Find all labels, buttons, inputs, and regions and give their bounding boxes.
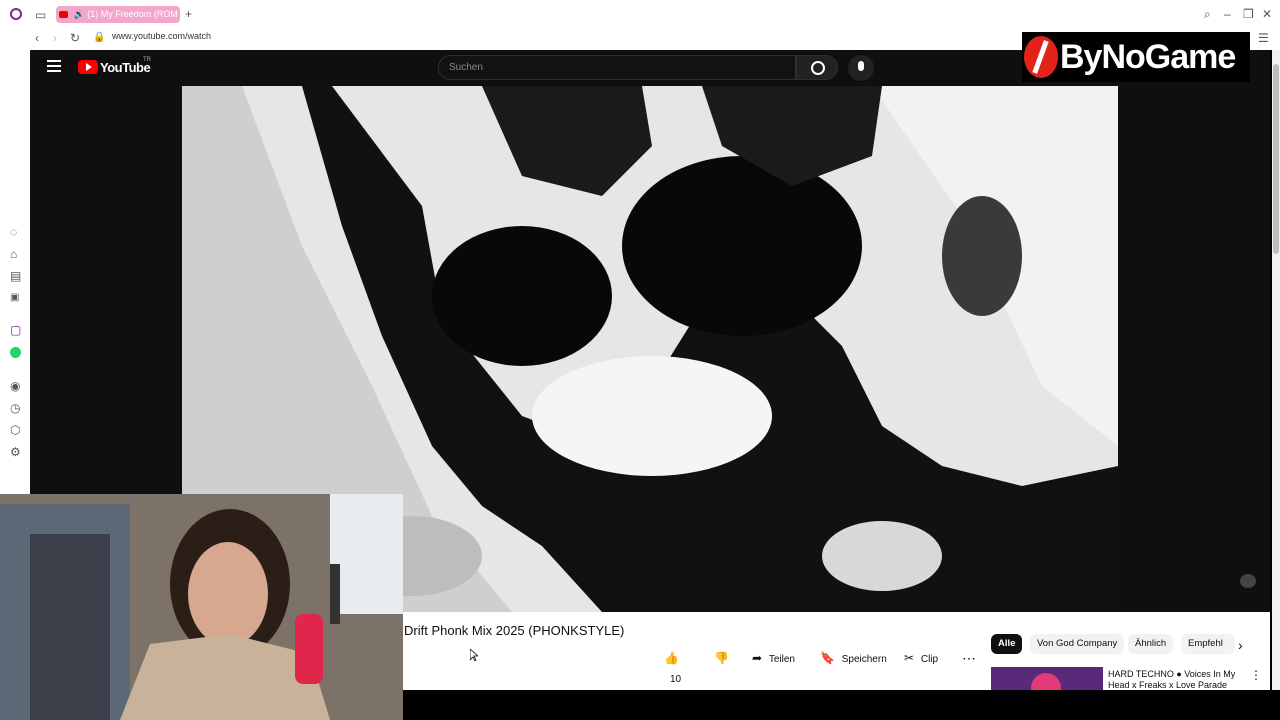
search-input[interactable]: Suchen — [438, 55, 796, 80]
hamburger-menu-icon[interactable] — [47, 60, 61, 72]
share-icon: ➦ — [752, 651, 763, 665]
opera-logo-icon[interactable] — [10, 8, 22, 20]
recommendation-menu-icon[interactable]: ⋮ — [1250, 668, 1262, 682]
settings-icon[interactable]: ⚙ — [10, 446, 21, 458]
dislike-button[interactable]: 👎 — [714, 648, 730, 668]
share-button[interactable]: ➦ Teilen — [752, 648, 795, 668]
notes-icon[interactable]: ▣ — [10, 292, 19, 304]
voice-search-button[interactable] — [848, 55, 874, 81]
tab-list-icon[interactable]: ▭ — [35, 9, 46, 21]
like-count: 10 — [670, 674, 682, 685]
recommendation-thumbnail[interactable] — [991, 667, 1103, 690]
scrollbar-thumb[interactable] — [1273, 64, 1279, 254]
search-icon — [811, 61, 825, 75]
bookmark-icon: 🔖 — [820, 651, 835, 665]
browser-tab-active[interactable]: 🔊 (1) My Freedom (ROM — [56, 6, 180, 23]
back-icon[interactable]: ‹ — [35, 32, 39, 44]
chevron-right-icon[interactable]: › — [1238, 637, 1243, 653]
chip-aehnlich[interactable]: Ähnlich — [1128, 634, 1174, 654]
webcam-overlay — [0, 494, 403, 720]
mouse-cursor-icon — [469, 648, 480, 662]
recommendation-title-line1: HARD TECHNO ● Voices In My — [1108, 669, 1236, 679]
search-tabs-icon[interactable]: ⌕ — [1204, 8, 1211, 20]
scissors-icon: ✂ — [904, 651, 915, 665]
workspaces-icon[interactable]: ▤ — [10, 270, 21, 282]
chip-von-god-company[interactable]: Von God Company — [1030, 634, 1125, 654]
minimize-icon[interactable]: – — [1224, 8, 1231, 20]
more-horizontal-icon: ⋯ — [962, 650, 976, 666]
like-button[interactable]: 👍 10 — [664, 648, 698, 685]
bynogame-logo-icon — [1024, 36, 1058, 78]
history-icon[interactable]: ◷ — [10, 402, 20, 414]
lock-icon: 🔒 — [93, 32, 106, 43]
chip-alle[interactable]: Alle — [991, 634, 1023, 654]
reload-icon[interactable]: ↻ — [70, 32, 80, 44]
page-scrollbar[interactable] — [1272, 50, 1280, 690]
tab-title: (1) My Freedom (ROM — [87, 9, 178, 19]
webcam-image — [0, 494, 403, 720]
extensions-icon[interactable]: ⬡ — [10, 424, 20, 436]
forward-icon[interactable]: › — [53, 32, 57, 44]
thumbs-up-icon: 👍 — [664, 651, 679, 665]
menu-icon[interactable]: ☰ — [1258, 32, 1269, 44]
emote-icon — [1240, 574, 1256, 588]
chip-empfehlungen[interactable]: Empfehl — [1181, 634, 1235, 654]
close-window-icon[interactable]: ✕ — [1262, 8, 1272, 20]
clip-button[interactable]: ✂ Clip — [904, 648, 938, 668]
browser-tab-bar: ▭ 🔊 (1) My Freedom (ROM + ⌕ – ❐ ✕ — [0, 0, 1280, 28]
microphone-icon — [858, 61, 864, 71]
bottom-bar — [403, 690, 1280, 720]
thumbs-down-icon: 👎 — [714, 651, 729, 665]
recommendation-title[interactable]: HARD TECHNO ● Voices In My Head x Freaks… — [1108, 669, 1248, 690]
save-label: Speichern — [841, 654, 887, 665]
youtube-favicon-icon — [59, 11, 68, 19]
bag-icon[interactable]: ⌂ — [10, 248, 17, 260]
youtube-logo-icon[interactable] — [78, 60, 98, 74]
speaker-icon[interactable]: 🔊 — [74, 9, 85, 19]
clip-label: Clip — [920, 654, 939, 665]
player-icon[interactable]: ◉ — [10, 380, 20, 392]
url-field[interactable]: www.youtube.com/watch — [112, 31, 211, 41]
bynogame-logo: ByNoGame — [1022, 32, 1250, 82]
browser-sidebar: ◌ ⌂ ▤ ▣ ▢ ◉ ◷ ⬡ ⚙ — [0, 50, 30, 494]
save-button[interactable]: 🔖 Speichern — [820, 648, 887, 668]
share-label: Teilen — [768, 654, 795, 665]
video-title: Drift Phonk Mix 2025 (PHONKSTYLE) — [404, 623, 625, 638]
more-actions-button[interactable]: ⋯ — [962, 648, 976, 668]
aria-icon[interactable]: ◌ — [10, 226, 17, 238]
search-button[interactable] — [796, 55, 838, 80]
restore-icon[interactable]: ❐ — [1243, 8, 1254, 20]
new-tab-icon[interactable]: + — [185, 8, 192, 20]
whatsapp-icon[interactable] — [10, 347, 21, 358]
bynogame-logo-text: ByNoGame — [1060, 38, 1236, 76]
country-code: TR — [143, 57, 151, 63]
recommendation-title-line2: Head x Freaks x Love Parade — [1108, 680, 1228, 690]
twitch-icon[interactable]: ▢ — [10, 324, 21, 336]
